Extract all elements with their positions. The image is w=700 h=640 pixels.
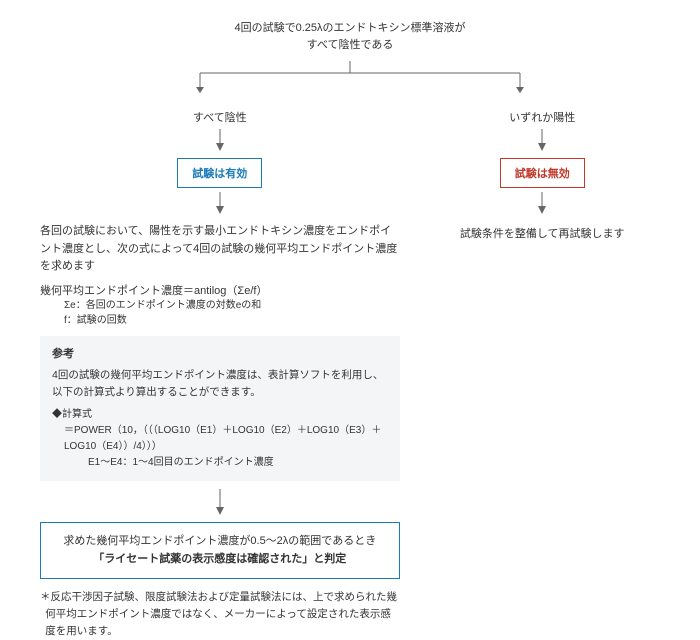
reference-text: 4回の試験の幾何平均エンドポイント濃度は、表計算ソフトを利用し、以下の計算式より… bbox=[52, 367, 388, 401]
arrow-down-icon bbox=[535, 129, 549, 151]
branch-connector bbox=[90, 61, 610, 101]
formula-block: 幾何平均エンドポイント濃度＝antilog（Σe/f） Σe：各回のエンドポイン… bbox=[40, 282, 400, 328]
footnote: ＊反応干渉因子試験、限度試験法および定量試験法には、上で求められた幾何平均エンド… bbox=[40, 589, 400, 639]
reference-box: 参考 4回の試験の幾何平均エンドポイント濃度は、表計算ソフトを利用し、以下の計算… bbox=[40, 336, 400, 481]
calc-title: ◆計算式 bbox=[52, 407, 388, 423]
arrow-down-icon bbox=[213, 489, 227, 515]
judgment-line2: 「ライセート試薬の表示感度は確認された」と判定 bbox=[93, 553, 346, 565]
arrow-down-icon bbox=[213, 129, 227, 151]
premise-line1: 4回の試験で0.25λのエンドトキシン標準溶液が bbox=[234, 22, 465, 34]
right-branch-note: 試験条件を整備して再試験します bbox=[424, 225, 660, 241]
left-branch-label: すべて陰性 bbox=[40, 109, 400, 125]
result-valid-box: 試験は有効 bbox=[177, 158, 262, 188]
left-branch: すべて陰性 試験は有効 各回の試験において、陽性を示す最小エンドトキシン濃度をエ… bbox=[40, 105, 400, 640]
calc-line2: E1～E4：1～4回目のエンドポイント濃度 bbox=[64, 455, 388, 471]
endpoint-explanation: 各回の試験において、陽性を示す最小エンドトキシン濃度をエンドポイント濃度とし、次… bbox=[40, 223, 400, 276]
calc-line1: ＝POWER（10，（（（LOG10（E1）＋LOG10（E2）＋LOG10（E… bbox=[64, 423, 388, 455]
reference-title: 参考 bbox=[52, 346, 388, 364]
result-invalid-box: 試験は無効 bbox=[500, 158, 585, 188]
premise-text: 4回の試験で0.25λのエンドトキシン標準溶液が すべて陰性である bbox=[40, 20, 660, 53]
right-branch: いずれか陽性 試験は無効 試験条件を整備して再試験します bbox=[424, 105, 660, 640]
arrow-down-icon bbox=[213, 192, 227, 214]
judgment-box: 求めた幾何平均エンドポイント濃度が0.5～2λの範囲であるとき 「ライセート試薬… bbox=[40, 522, 400, 579]
arrow-down-icon bbox=[535, 192, 549, 214]
premise-line2: すべて陰性である bbox=[307, 39, 394, 51]
formula-main: 幾何平均エンドポイント濃度＝antilog（Σe/f） bbox=[40, 282, 400, 298]
branch-row: すべて陰性 試験は有効 各回の試験において、陽性を示す最小エンドトキシン濃度をエ… bbox=[40, 105, 660, 640]
formula-sub2: f：試験の回数 bbox=[40, 313, 400, 328]
formula-sub1: Σe：各回のエンドポイント濃度の対数eの和 bbox=[40, 298, 400, 313]
right-branch-label: いずれか陽性 bbox=[424, 109, 660, 125]
judgment-line1: 求めた幾何平均エンドポイント濃度が0.5～2λの範囲であるとき bbox=[63, 535, 376, 547]
